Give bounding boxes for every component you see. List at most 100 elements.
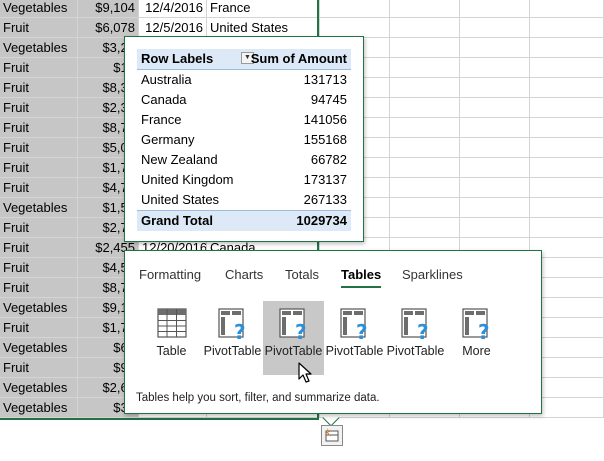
cell-empty[interactable] [390, 98, 460, 118]
svg-text:?: ? [417, 320, 429, 341]
cell-empty[interactable] [530, 58, 604, 78]
cell-empty[interactable] [460, 58, 530, 78]
pivot-row-label: France [141, 112, 182, 127]
cell-empty[interactable] [390, 198, 460, 218]
cell-empty[interactable] [460, 198, 530, 218]
more-option[interactable]: ? More [446, 301, 507, 375]
cell-category[interactable]: Vegetables [0, 38, 78, 58]
cell-empty[interactable] [530, 18, 604, 38]
cell-empty[interactable] [390, 158, 460, 178]
cell-empty[interactable] [460, 98, 530, 118]
cell-empty[interactable] [460, 138, 530, 158]
cell-category[interactable]: Fruit [0, 138, 78, 158]
cell-empty[interactable] [530, 118, 604, 138]
table-option[interactable]: Table [141, 301, 202, 375]
pivot-row-value: 155168 [303, 132, 347, 147]
tab-tables[interactable]: Tables [341, 267, 382, 288]
cell-empty[interactable] [460, 18, 530, 38]
cell-category[interactable]: Fruit [0, 158, 78, 178]
tab-sparklines[interactable]: Sparklines [402, 267, 463, 282]
cell-empty[interactable] [460, 118, 530, 138]
pivot-row-value: 173137 [303, 172, 347, 187]
pivottable-option-4[interactable]: ? PivotTable [385, 301, 446, 375]
cell-category[interactable]: Fruit [0, 18, 78, 38]
cell-empty[interactable] [390, 18, 460, 38]
cell-empty[interactable] [530, 198, 604, 218]
tab-totals[interactable]: Totals [285, 267, 319, 282]
cell-amount[interactable]: $9,104 [78, 0, 139, 18]
pivot-row: New Zealand 66782 [137, 150, 351, 170]
cell-date[interactable]: 12/4/2016 [139, 0, 207, 18]
pivot-row: United States 267133 [137, 190, 351, 210]
cell-category[interactable]: Vegetables [0, 398, 78, 418]
cell-category[interactable]: Vegetables [0, 0, 78, 18]
pivot-row-value: 267133 [303, 192, 347, 207]
pivot-row-value: 66782 [310, 152, 347, 167]
cell-empty[interactable] [530, 0, 604, 18]
cell-category[interactable]: Fruit [0, 178, 78, 198]
pivot-row: France 141056 [137, 110, 351, 130]
pivottable-option-1[interactable]: ? PivotTable [202, 301, 263, 375]
cell-category[interactable]: Fruit [0, 218, 78, 238]
cell-country[interactable]: United States [207, 18, 320, 38]
cell-category[interactable]: Fruit [0, 58, 78, 78]
cell-empty[interactable] [390, 38, 460, 58]
cell-category[interactable]: Fruit [0, 318, 78, 338]
cell-date[interactable]: 12/5/2016 [139, 18, 207, 38]
pivot-row-value: 141056 [303, 112, 347, 127]
quick-analysis-button[interactable] [321, 425, 343, 446]
cell-category[interactable]: Fruit [0, 238, 78, 258]
cell-amount[interactable]: $6,078 [78, 18, 139, 38]
cell-empty[interactable] [320, 0, 390, 18]
cell-category[interactable]: Fruit [0, 98, 78, 118]
cell-empty[interactable] [390, 78, 460, 98]
quick-analysis-description: Tables help you sort, filter, and summar… [136, 392, 380, 404]
pivottable-option-2[interactable]: ? PivotTable [263, 301, 324, 375]
more-icon: ? [462, 308, 490, 341]
cell-empty[interactable] [530, 98, 604, 118]
row-labels-header: Row Labels [141, 51, 214, 66]
cell-empty[interactable] [530, 38, 604, 58]
quick-analysis-panel: Formatting Charts Totals Tables Sparklin… [124, 250, 542, 414]
cell-category[interactable]: Vegetables [0, 378, 78, 398]
cell-country[interactable]: France [207, 0, 320, 18]
cell-empty[interactable] [530, 138, 604, 158]
table-icon [157, 308, 187, 338]
pivot-row-value: 94745 [310, 92, 347, 107]
cell-empty[interactable] [390, 178, 460, 198]
cell-empty[interactable] [460, 218, 530, 238]
cell-empty[interactable] [390, 138, 460, 158]
cell-category[interactable]: Fruit [0, 118, 78, 138]
tab-charts[interactable]: Charts [225, 267, 263, 282]
cell-empty[interactable] [390, 118, 460, 138]
cell-category[interactable]: Vegetables [0, 298, 78, 318]
cell-empty[interactable] [460, 178, 530, 198]
cell-category[interactable]: Vegetables [0, 198, 78, 218]
cell-empty[interactable] [460, 0, 530, 18]
svg-text:?: ? [234, 320, 246, 341]
cell-category[interactable]: Fruit [0, 78, 78, 98]
cell-category[interactable]: Fruit [0, 358, 78, 378]
cell-empty[interactable] [390, 58, 460, 78]
cell-empty[interactable] [320, 18, 390, 38]
cell-empty[interactable] [390, 218, 460, 238]
cell-category[interactable]: Fruit [0, 258, 78, 278]
cell-empty[interactable] [460, 158, 530, 178]
cell-empty[interactable] [530, 78, 604, 98]
pivottable-icon: ? [340, 308, 368, 341]
pivot-row-label: United Kingdom [141, 172, 234, 187]
cell-empty[interactable] [530, 218, 604, 238]
cell-empty[interactable] [530, 178, 604, 198]
pivottable-icon: ? [218, 308, 246, 341]
pivot-row: United Kingdom 173137 [137, 170, 351, 190]
cell-empty[interactable] [390, 0, 460, 18]
pivot-row-value: 131713 [303, 72, 347, 87]
pivot-table: Row Labels ▼ Sum of Amount Australia 1317… [137, 49, 351, 231]
cell-category[interactable]: Vegetables [0, 338, 78, 358]
cell-empty[interactable] [530, 158, 604, 178]
pivottable-option-3[interactable]: ? PivotTable [324, 301, 385, 375]
cell-empty[interactable] [460, 78, 530, 98]
cell-empty[interactable] [460, 38, 530, 58]
tab-formatting[interactable]: Formatting [139, 267, 201, 282]
cell-category[interactable]: Fruit [0, 278, 78, 298]
